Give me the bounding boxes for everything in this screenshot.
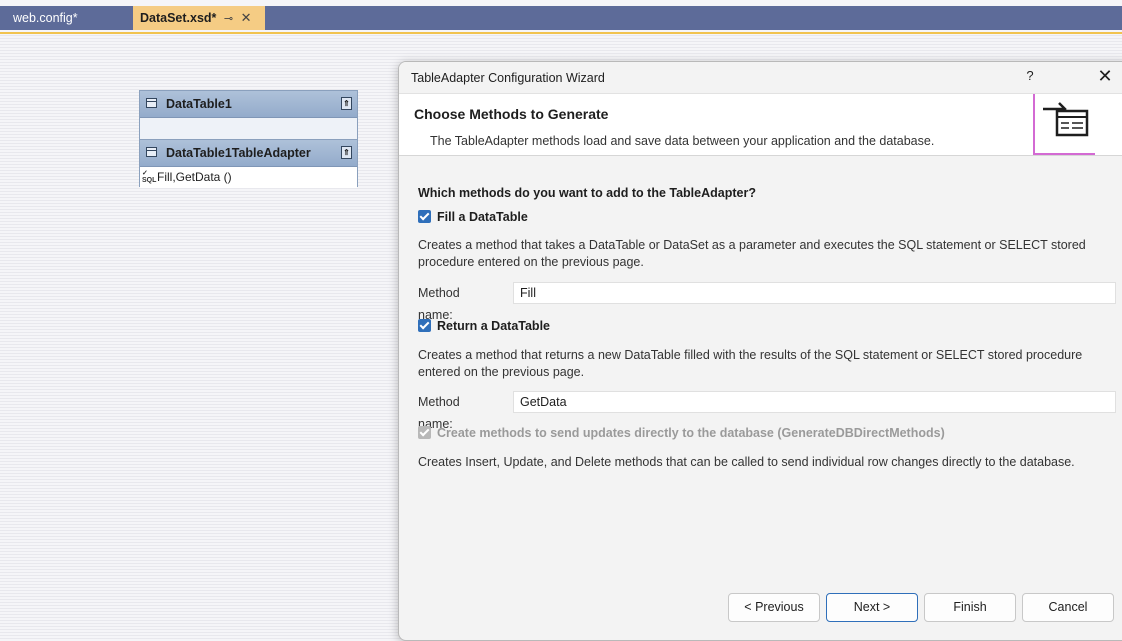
collapse-icon[interactable]: ⇑ [341,97,352,110]
previous-button[interactable]: < Previous [728,593,820,622]
return-datatable-checkbox[interactable]: Return a DataTable [418,317,550,335]
wizard-table-icon [1033,94,1095,155]
generate-db-direct-methods-checkbox: Create methods to send updates directly … [418,424,945,442]
direct-checkbox-check-icon [418,426,431,440]
wizard-banner: Choose Methods to Generate The TableAdap… [399,93,1122,156]
datatable-columns-area [140,118,357,140]
help-icon[interactable]: ? [1020,65,1040,87]
dialog-close-icon[interactable]: ✕ [1094,65,1116,87]
datatable-box[interactable]: DataTable1 ⇑ [139,90,358,140]
wizard-table-icon-graphic [1043,102,1089,137]
fill-method-name-input[interactable] [513,282,1116,304]
finish-button[interactable]: Finish [924,593,1016,622]
datatable-header[interactable]: DataTable1 ⇑ [140,91,357,118]
next-button[interactable]: Next > [826,593,918,622]
fill-datatable-description: Creates a method that takes a DataTable … [418,238,1086,269]
direct-methods-description: Creates Insert, Update, and Delete metho… [418,455,1075,469]
return-datatable-label: Return a DataTable [437,319,550,333]
sql-icon: ✓ SQL [142,170,157,184]
fill-checkbox-check-icon[interactable] [418,210,431,224]
dialog-title: TableAdapter Configuration Wizard [411,71,605,85]
pin-icon[interactable]: ⊸ [224,13,233,25]
fill-datatable-label: Fill a DataTable [437,210,528,224]
return-checkbox-check-icon[interactable] [418,319,431,333]
datatable-title: DataTable1 [166,97,232,111]
collapse-icon[interactable]: ⇑ [341,146,352,159]
tableadapter-query-row[interactable]: ✓ SQL Fill,GetData () [140,167,357,188]
banner-subtitle: The TableAdapter methods load and save d… [430,134,935,148]
dialog-title-bar: TableAdapter Configuration Wizard ? ✕ [399,62,1122,92]
datatable-icon [146,98,157,108]
tableadapter-icon [146,147,157,157]
tableadapter-box[interactable]: DataTable1TableAdapter ⇑ ✓ SQL Fill,GetDa… [139,139,358,188]
return-method-name-input[interactable] [513,391,1116,413]
tableadapter-query-text: Fill,GetData () [157,170,232,184]
generate-db-direct-methods-label: Create methods to send updates directly … [437,426,945,440]
fill-datatable-checkbox[interactable]: Fill a DataTable [418,208,528,226]
tab-dataset-xsd-label: DataSet.xsd* [140,11,217,25]
methods-question: Which methods do you want to add to the … [418,186,756,200]
tab-web-config[interactable]: web.config* [6,6,130,30]
tab-web-config-label: web.config* [13,11,78,25]
document-tab-strip: web.config* DataSet.xsd* ⊸ ✕ [0,0,1122,34]
close-icon[interactable]: ✕ [241,10,252,25]
banner-heading: Choose Methods to Generate [414,106,609,122]
tableadapter-wizard-dialog: TableAdapter Configuration Wizard ? ✕ Ch… [398,61,1122,641]
tableadapter-header[interactable]: DataTable1TableAdapter ⇑ [140,140,357,167]
tableadapter-title: DataTable1TableAdapter [166,146,311,160]
return-datatable-description: Creates a method that returns a new Data… [418,348,1083,379]
tab-dataset-xsd[interactable]: DataSet.xsd* ⊸ ✕ [133,6,265,30]
cancel-button[interactable]: Cancel [1022,593,1114,622]
